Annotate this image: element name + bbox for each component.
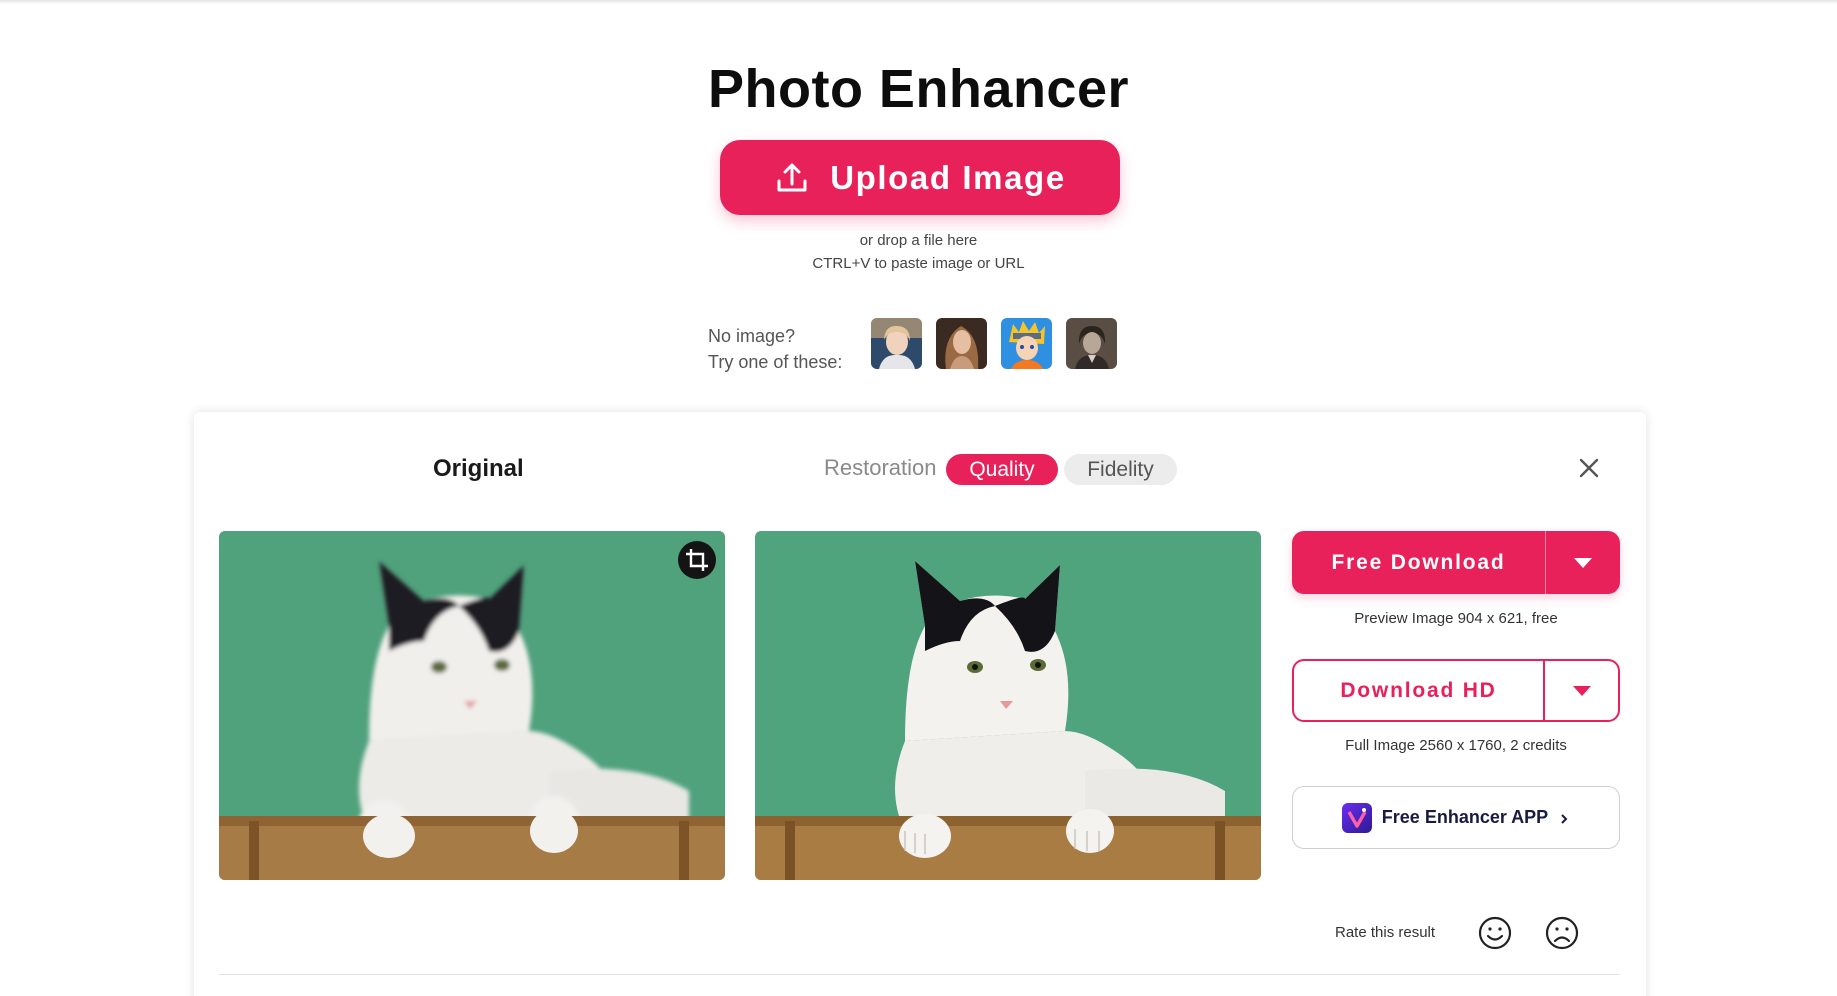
- upload-image-button[interactable]: Upload Image: [720, 140, 1120, 215]
- drop-file-hint: or drop a file here: [859, 232, 978, 249]
- sample-girl-portrait[interactable]: [871, 318, 922, 369]
- app-logo-icon: [1341, 802, 1372, 833]
- smile-icon[interactable]: [1477, 915, 1513, 951]
- chevron-right-icon: [1558, 812, 1570, 824]
- free-download-caption: Preview Image 904 x 621, free: [1354, 610, 1558, 627]
- chevron-down-icon: [1572, 685, 1591, 696]
- rate-result-label: Rate this result: [1335, 924, 1436, 941]
- free-enhancer-app-label: Free Enhancer APP: [1381, 807, 1549, 827]
- free-download-button[interactable]: Free Download: [1292, 531, 1620, 594]
- close-icon[interactable]: [1576, 455, 1602, 481]
- original-label: Original: [433, 455, 524, 482]
- samples-label-line1: No image?: [708, 326, 796, 346]
- samples-label: No image? Try one of these:: [708, 323, 842, 375]
- drop-hint: or drop a file here CTRL+V to paste imag…: [0, 229, 1837, 275]
- sample-vintage-portrait[interactable]: [1066, 318, 1117, 369]
- free-download-label[interactable]: Free Download: [1292, 531, 1545, 594]
- chevron-down-icon: [1574, 557, 1592, 568]
- frown-icon[interactable]: [1544, 915, 1580, 951]
- page-title: Photo Enhancer: [707, 59, 1130, 119]
- download-hd-button[interactable]: Download HD: [1292, 659, 1620, 722]
- free-enhancer-app-button[interactable]: Free Enhancer APP: [1292, 786, 1620, 849]
- samples-label-line2: Try one of these:: [708, 352, 843, 372]
- sample-anime-character[interactable]: [1001, 318, 1052, 369]
- sample-woman-portrait[interactable]: [936, 318, 987, 369]
- upload-image-label: Upload Image: [830, 158, 1066, 196]
- paste-hint: CTRL+V to paste image or URL: [812, 255, 1025, 272]
- tab-quality[interactable]: Quality: [946, 454, 1058, 485]
- download-hd-caption: Full Image 2560 x 1760, 2 credits: [1345, 737, 1567, 754]
- panel-divider: [219, 974, 1619, 975]
- crop-icon[interactable]: [678, 541, 716, 579]
- tab-restoration[interactable]: Restoration: [824, 455, 937, 481]
- top-bar-shadow: [0, 0, 1837, 4]
- download-hd-dropdown[interactable]: [1543, 661, 1618, 720]
- upload-icon: [774, 160, 810, 196]
- tab-fidelity[interactable]: Fidelity: [1064, 454, 1177, 485]
- original-image: [219, 531, 725, 880]
- enhanced-image: [755, 531, 1261, 880]
- free-download-dropdown[interactable]: [1545, 531, 1620, 594]
- download-hd-label[interactable]: Download HD: [1294, 661, 1543, 720]
